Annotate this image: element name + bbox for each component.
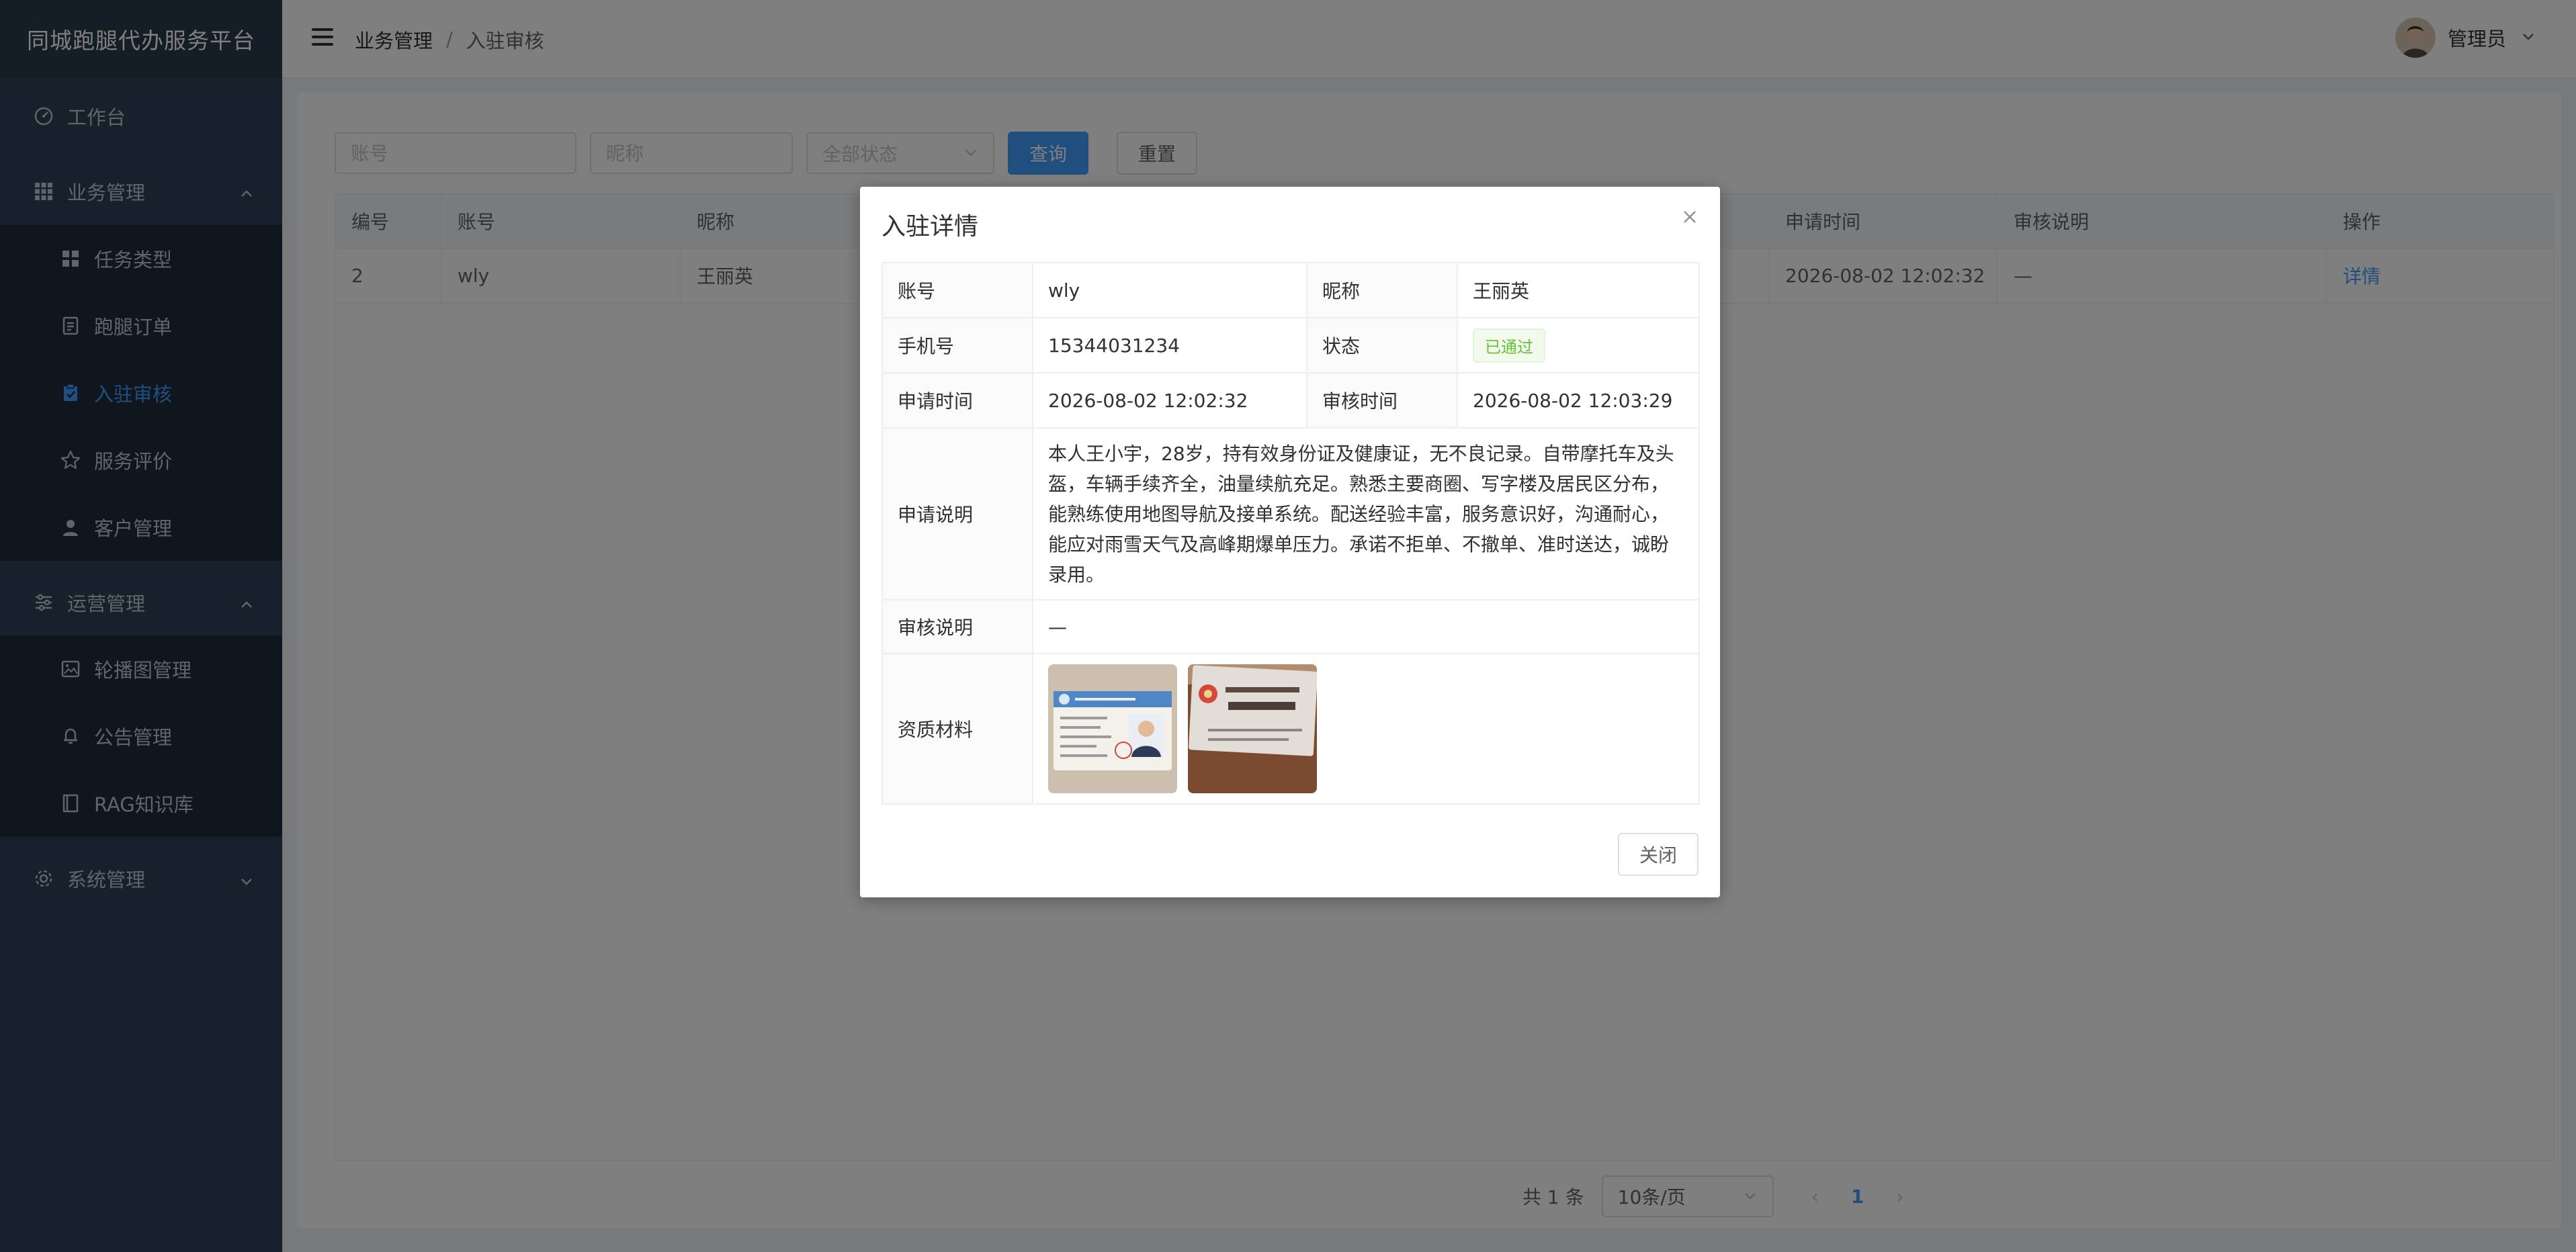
detail-row: 资质材料 — [882, 653, 1700, 805]
value-review-time: 2026-08-02 12:03:29 — [1457, 372, 1700, 429]
detail-row: 账号 wly 昵称 王丽英 — [882, 262, 1700, 318]
value-apply-desc: 本人王小宇，28岁，持有效身份证及健康证，无不良记录。自带摩托车及头盔，车辆手续… — [1032, 427, 1700, 600]
label-review-time: 审核时间 — [1306, 372, 1458, 429]
label-phone: 手机号 — [882, 317, 1033, 373]
detail-table: 账号 wly 昵称 王丽英 手机号 15344031234 状态 已通过 申请时… — [882, 262, 1700, 805]
dialog-title: 入驻详情 — [882, 213, 979, 240]
value-account: wly — [1032, 262, 1307, 318]
value-status-cell: 已通过 — [1457, 317, 1700, 373]
detail-row: 审核说明 — — [882, 599, 1700, 654]
id-card-thumbnail[interactable] — [1188, 664, 1317, 793]
label-status: 状态 — [1306, 317, 1458, 373]
health-certificate-thumbnail[interactable] — [1048, 664, 1177, 793]
value-phone: 15344031234 — [1032, 317, 1307, 373]
detail-row: 申请时间 2026-08-02 12:02:32 审核时间 2026-08-02… — [882, 372, 1700, 429]
onboarding-detail-dialog: 入驻详情 账号 wly 昵称 王丽英 手机号 15344031234 状态 已通… — [860, 187, 1720, 897]
value-apply-time: 2026-08-02 12:02:32 — [1032, 372, 1307, 429]
detail-row: 手机号 15344031234 状态 已通过 — [882, 317, 1700, 373]
value-review-note: — — [1032, 599, 1700, 654]
label-materials: 资质材料 — [882, 653, 1033, 805]
close-icon[interactable] — [1680, 207, 1700, 227]
label-apply-desc: 申请说明 — [882, 427, 1033, 600]
label-account: 账号 — [882, 262, 1033, 318]
dialog-footer: 关闭 — [1618, 833, 1699, 876]
value-nickname: 王丽英 — [1457, 262, 1700, 318]
label-apply-time: 申请时间 — [882, 372, 1033, 429]
status-badge: 已通过 — [1473, 328, 1545, 363]
value-materials — [1032, 653, 1700, 805]
detail-row: 申请说明 本人王小宇，28岁，持有效身份证及健康证，无不良记录。自带摩托车及头盔… — [882, 427, 1700, 600]
label-nickname: 昵称 — [1306, 262, 1458, 318]
close-button[interactable]: 关闭 — [1618, 833, 1699, 876]
material-thumbnails — [1048, 664, 1684, 793]
label-review-note: 审核说明 — [882, 599, 1033, 654]
